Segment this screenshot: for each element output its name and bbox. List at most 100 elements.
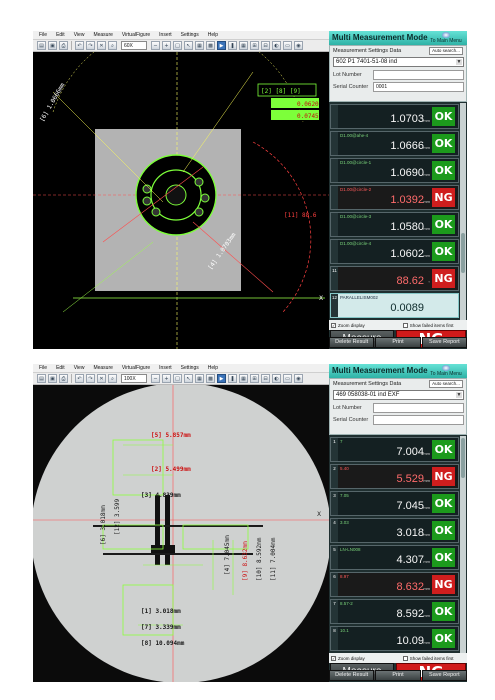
zoom-out-icon[interactable]: − (151, 41, 160, 50)
result-row[interactable]: 2 5.40 5.529 mm NG (330, 464, 459, 489)
image-icon[interactable]: ▦ (195, 374, 204, 383)
zoom-icon[interactable]: ⌕ (108, 41, 117, 50)
result-list[interactable]: 1 7 7.004 mm OK 2 5.40 5.529 mm NG 3 7.05 7.045 mm OK 4… (329, 436, 459, 653)
image-viewport[interactable]: [5] 5.857mm [2] 5.499mm [3] 4.839mm [1] … (33, 385, 329, 682)
result-row[interactable]: 5 LN-LN008 4.307 mm OK (330, 545, 459, 570)
menu-edit[interactable]: Edit (56, 32, 65, 38)
freeze-icon[interactable]: ❚ (228, 41, 237, 50)
zoom-display-checkbox[interactable]: ✓ (331, 322, 336, 328)
print-icon[interactable]: ⎙ (59, 374, 68, 383)
menu-settings[interactable]: Settings (181, 365, 199, 371)
menu-virtualfigure[interactable]: VirtualFigure (122, 32, 150, 38)
image-icon[interactable]: ▦ (195, 41, 204, 50)
pointer-icon[interactable]: ↖ (184, 41, 193, 50)
result-row[interactable]: 7 8.57-2 8.592 mm OK (330, 599, 459, 624)
delete-result-button[interactable]: Delete Result (329, 337, 375, 348)
menu-view[interactable]: View (74, 32, 85, 38)
auto-search-button[interactable]: Auto search... (429, 380, 463, 388)
stamp-icon[interactable]: ▩ (206, 41, 215, 50)
redo-icon[interactable]: ↷ (86, 41, 95, 50)
result-row[interactable]: 6 8.97 8.632 mm NG (330, 572, 459, 597)
zoom-out-icon[interactable]: − (151, 374, 160, 383)
stamp-icon[interactable]: ▩ (206, 374, 215, 383)
redo-icon[interactable]: ↷ (86, 374, 95, 383)
menu-measure[interactable]: Measure (93, 32, 112, 38)
undo-icon[interactable]: ↶ (75, 41, 84, 50)
show-failed-checkbox[interactable] (402, 655, 408, 661)
fit-icon[interactable]: □ (173, 41, 182, 50)
open-icon[interactable]: ▤ (37, 374, 46, 383)
zoom-icon[interactable]: ⌕ (108, 374, 117, 383)
result-row[interactable]: D1.00@circle-3 1.0580 mm OK (330, 212, 459, 237)
color-icon[interactable]: ◐ (272, 374, 281, 383)
settings-select[interactable]: 469 058038-01 ind EXF ▼ (333, 390, 464, 400)
menu-virtualfigure[interactable]: VirtualFigure (122, 365, 150, 371)
close-icon[interactable]: ✕ (97, 374, 106, 383)
lot-field[interactable] (373, 402, 464, 413)
result-row[interactable]: D1.00@circle-1 1.0690 mm OK (330, 158, 459, 183)
result-row[interactable]: 1 7 7.004 mm OK (330, 437, 459, 462)
save-icon[interactable]: ▣ (48, 374, 57, 383)
measure-tool-icon[interactable]: ⊞ (250, 41, 259, 50)
main-menu-button[interactable]: To Main Menu (427, 32, 465, 44)
result-row[interactable]: 11 88.62 ° NG (330, 266, 459, 291)
menu-insert[interactable]: Insert (159, 32, 172, 38)
freeze-icon[interactable]: ❚ (228, 374, 237, 383)
image-viewport[interactable]: [2] [8] [9] 0.0620 0.0745 [11] 88.6 [6] … (33, 52, 329, 349)
lot-field[interactable] (373, 69, 464, 80)
menu-view[interactable]: View (74, 365, 85, 371)
print-button[interactable]: Print (375, 670, 421, 681)
layer-icon[interactable]: ▭ (283, 374, 292, 383)
result-row[interactable]: 8 10.1 10.09 mm OK (330, 626, 459, 651)
result-row[interactable]: 1.0703 mm OK (330, 104, 459, 129)
close-icon[interactable]: ✕ (97, 41, 106, 50)
save-report-button[interactable]: Save Report (421, 670, 467, 681)
result-list[interactable]: 1.0703 mm OK D1.00@ahe-4 1.0666 mm OK D1.00@cir… (329, 103, 459, 320)
delete-result-button[interactable]: Delete Result (329, 670, 375, 681)
color-icon[interactable]: ◐ (272, 41, 281, 50)
print-button[interactable]: Print (375, 337, 421, 348)
zoom-in-icon[interactable]: + (162, 41, 171, 50)
pointer-icon[interactable]: ↖ (184, 374, 193, 383)
result-row[interactable]: 12 PARALLELISM002 0.0089 (330, 293, 459, 318)
serial-field[interactable] (373, 414, 464, 425)
result-scrollbar[interactable] (460, 436, 466, 653)
menu-insert[interactable]: Insert (159, 365, 172, 371)
zoom-in-icon[interactable]: + (162, 374, 171, 383)
menu-file[interactable]: File (39, 365, 47, 371)
auto-search-button[interactable]: Auto search... (429, 47, 463, 55)
grid-icon[interactable]: ▦ (239, 41, 248, 50)
fit-icon[interactable]: □ (173, 374, 182, 383)
zoom-display-checkbox[interactable]: ✓ (331, 655, 336, 661)
result-row[interactable]: D1.00@circle-4 1.0602 mm OK (330, 239, 459, 264)
menu-file[interactable]: File (39, 32, 47, 38)
zoom-select[interactable]: 60X (121, 41, 147, 50)
menu-settings[interactable]: Settings (181, 32, 199, 38)
layer-icon[interactable]: ▭ (283, 41, 292, 50)
save-report-button[interactable]: Save Report (421, 337, 467, 348)
undo-icon[interactable]: ↶ (75, 374, 84, 383)
align-icon[interactable]: ⊟ (261, 41, 270, 50)
grid-icon[interactable]: ▦ (239, 374, 248, 383)
main-menu-button[interactable]: To Main Menu (427, 365, 465, 377)
live-icon[interactable]: ▶ (217, 374, 226, 383)
zoom-select[interactable]: 100X (121, 374, 147, 383)
measure-tool-icon[interactable]: ⊞ (250, 374, 259, 383)
menu-measure[interactable]: Measure (93, 365, 112, 371)
camera-icon[interactable]: ◉ (294, 41, 303, 50)
scroll-thumb[interactable] (461, 438, 465, 478)
save-icon[interactable]: ▣ (48, 41, 57, 50)
scroll-thumb[interactable] (461, 233, 465, 273)
camera-icon[interactable]: ◉ (294, 374, 303, 383)
serial-field[interactable]: 0001 (373, 81, 464, 92)
result-scrollbar[interactable] (460, 103, 466, 320)
menu-edit[interactable]: Edit (56, 365, 65, 371)
live-icon[interactable]: ▶ (217, 41, 226, 50)
result-row[interactable]: 3 7.05 7.045 mm OK (330, 491, 459, 516)
menu-help[interactable]: Help (208, 32, 218, 38)
menu-help[interactable]: Help (208, 365, 218, 371)
show-failed-checkbox[interactable] (402, 322, 408, 328)
align-icon[interactable]: ⊟ (261, 374, 270, 383)
result-row[interactable]: 4 3.03 3.018 mm OK (330, 518, 459, 543)
settings-select[interactable]: 602 P1 7401-51-08 ind ▼ (333, 57, 464, 67)
